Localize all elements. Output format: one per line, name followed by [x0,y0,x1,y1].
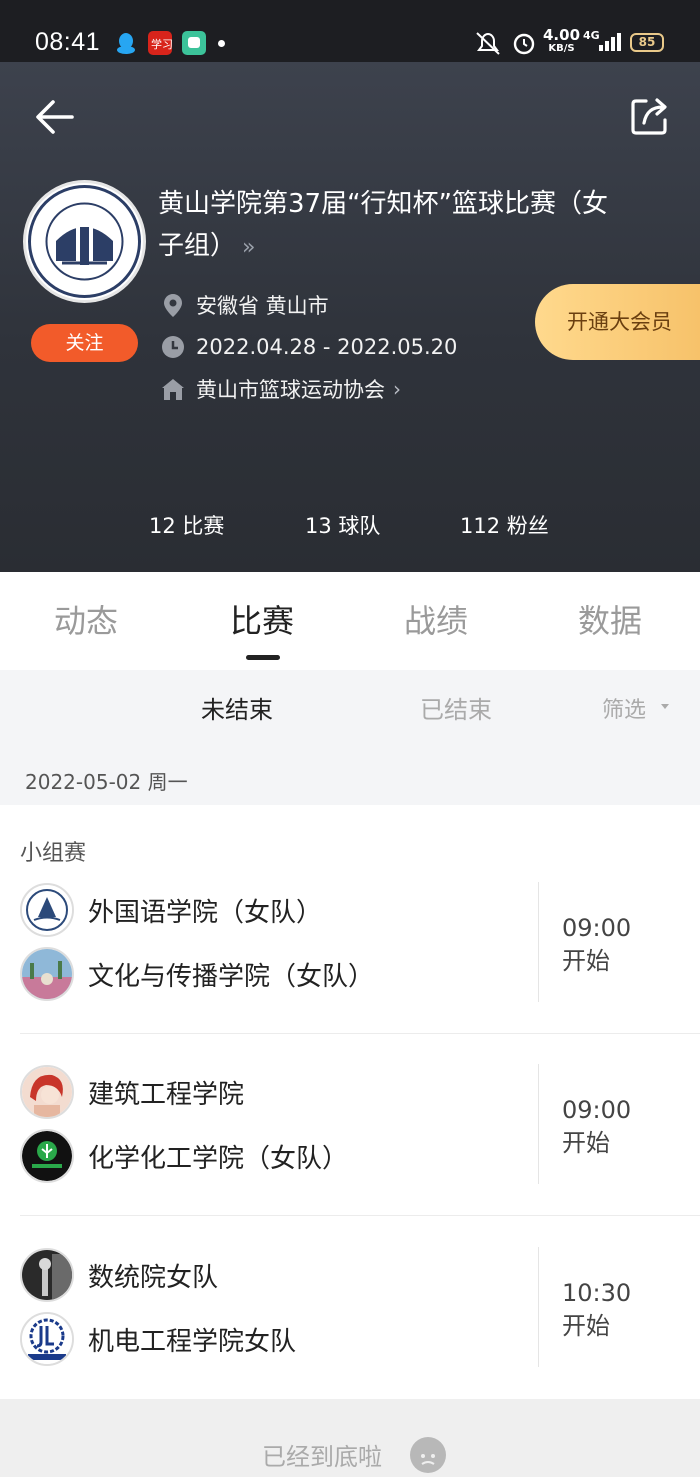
date-header: 2022-05-02 周一 [25,770,188,794]
status-bar: 08:41 学习 4.00 KB/S 4G 85 [0,0,700,62]
network-type: 4G [583,29,600,42]
more-chevron-icon: » [242,235,256,260]
team-logo [20,1129,74,1183]
main-tabs: 动态 比赛 战绩 数据 [0,572,700,670]
back-button[interactable] [34,96,76,138]
subtab-unfinished[interactable]: 未结束 [201,690,273,725]
stat-matches[interactable]: 12 比赛 [149,510,224,540]
end-of-list-text: 已经到底啦 [262,1443,382,1471]
university-logo [23,180,146,303]
location-row: 安徽省 黄山市 [160,288,329,322]
share-icon [631,98,667,135]
team-name: 外国语学院（女队） [88,897,323,928]
tab-feed[interactable]: 动态 [54,596,118,642]
study-app-icon: 学习 [148,31,173,55]
net-speed-value: 4.00 [543,26,581,44]
divider [538,1064,539,1184]
match-time-value: 10:30 [562,1279,632,1307]
team-name: 化学化工学院（女队） [88,1143,349,1174]
match-time: 10:30 开始 [562,1277,631,1343]
team-logo [20,1312,74,1366]
team-name: 机电工程学院女队 [88,1326,297,1357]
match-status: 开始 [562,1312,610,1340]
date-range-text: 2022.04.28 - 2022.05.20 [196,335,458,359]
team-row: 机电工程学院女队 [20,1311,296,1367]
status-time: 08:41 [35,28,101,56]
team-row: 外国语学院（女队） [20,882,322,938]
alarm-icon [511,30,537,59]
match-filter-bar: 未结束 已结束 筛选 2022-05-02 周一 [0,670,700,805]
event-title[interactable]: 黄山学院第37届“行知杯”篮球比赛（女 子组）» [158,183,668,269]
notification-dot [218,40,225,47]
team-logo [20,947,74,1001]
match-card[interactable]: 建筑工程学院 化学化工学院（女队） 09:00 开始 [0,1064,700,1248]
tab-results[interactable]: 战绩 [404,596,468,642]
organizer-row[interactable]: 黄山市篮球运动协会 › [160,372,401,406]
match-time: 09:00 开始 [562,1094,631,1160]
match-time-value: 09:00 [562,914,632,942]
row-divider [20,1033,700,1034]
match-time-value: 09:00 [562,1096,632,1124]
team-name: 建筑工程学院 [88,1079,245,1110]
event-title-line1: 黄山学院第37届“行知杯”篮球比赛（女 [158,189,609,219]
home-icon [160,376,186,402]
devil-face-icon [410,1437,446,1473]
team-name: 文化与传播学院（女队） [88,961,375,992]
location-pin-icon [160,292,186,318]
chevron-right-icon: › [393,377,401,401]
follow-button[interactable]: 关注 [31,324,138,362]
divider [538,1247,539,1367]
battery-indicator: 85 [630,33,664,52]
team-row: 化学化工学院（女队） [20,1128,348,1184]
organizer-text: 黄山市篮球运动协会 [196,378,385,402]
net-speed: 4.00 KB/S [543,26,581,55]
team-row: 数统院女队 [20,1247,218,1303]
match-status: 开始 [562,1129,610,1157]
location-text: 安徽省 黄山市 [196,294,329,318]
date-row: 2022.04.28 - 2022.05.20 [160,330,457,364]
signal-icon: 4G [583,29,623,58]
team-row: 建筑工程学院 [20,1064,244,1120]
tab-matches[interactable]: 比赛 [230,596,294,642]
divider [538,882,539,1002]
stat-fans[interactable]: 112 粉丝 [460,510,549,540]
match-status: 开始 [562,947,610,975]
qq-app-icon [114,31,138,55]
chat-app-icon [182,31,206,55]
clock-icon [160,334,186,360]
team-row: 文化与传播学院（女队） [20,946,374,1002]
net-speed-unit: KB/S [548,43,575,54]
mute-icon [473,30,503,59]
svg-text:学习: 学习 [151,37,172,51]
list-end-footer: 已经到底啦 [0,1399,700,1477]
team-name: 数统院女队 [88,1262,219,1293]
match-list: 小组赛 外国语学院（女队） 文化与传播学院（女队） 09:00 开始 建筑工程学… [0,805,700,1399]
arrow-left-icon [36,100,74,134]
vip-button[interactable]: 开通大会员 [535,284,700,360]
subtab-finished[interactable]: 已结束 [420,690,492,725]
stat-teams[interactable]: 13 球队 [305,510,380,540]
caret-down-icon [661,704,669,709]
team-logo [20,883,74,937]
event-header: 关注 黄山学院第37届“行知杯”篮球比赛（女 子组）» 安徽省 黄山市 2022… [0,62,700,572]
team-logo [20,1065,74,1119]
active-tab-indicator [246,655,280,660]
share-button[interactable] [630,96,670,136]
tab-data[interactable]: 数据 [578,596,642,642]
team-logo [20,1248,74,1302]
event-title-line2: 子组） [158,231,237,261]
filter-button[interactable]: 筛选 [602,692,646,724]
group-stage-label: 小组赛 [20,841,87,866]
match-card[interactable]: 外国语学院（女队） 文化与传播学院（女队） 09:00 开始 [0,882,700,1066]
match-time: 09:00 开始 [562,912,631,978]
row-divider [20,1215,700,1216]
